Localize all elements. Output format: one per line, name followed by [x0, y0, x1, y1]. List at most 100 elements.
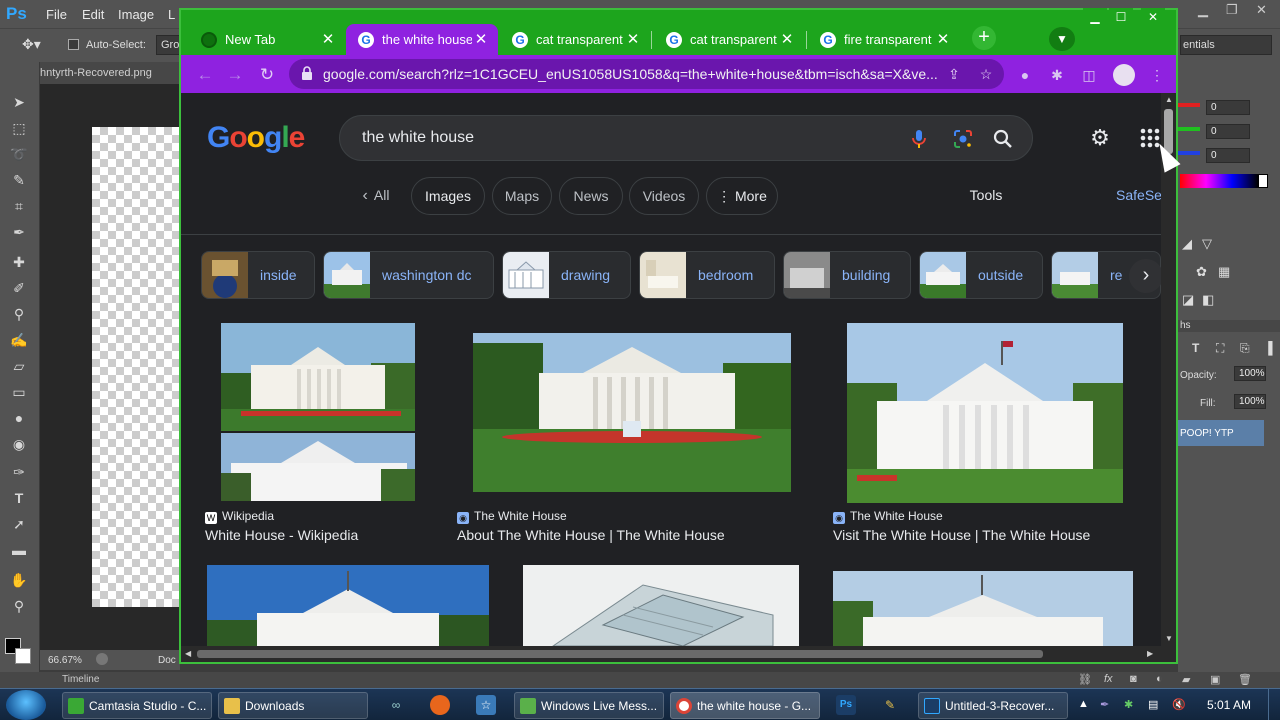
lasso-tool-icon[interactable]: ➰ — [9, 144, 29, 164]
back-arrow-icon[interactable]: ← — [195, 65, 215, 85]
tray-expand-icon[interactable]: ▲ — [1078, 698, 1089, 710]
link-icon[interactable]: ∞ — [386, 695, 406, 715]
shape-tool-icon[interactable]: ▬ — [9, 540, 29, 560]
related-next-button[interactable]: › — [1129, 259, 1161, 293]
layer-row[interactable]: POOP! YTP — [1178, 420, 1264, 446]
eyedropper-tool-icon[interactable]: ✒ — [9, 222, 29, 242]
green-value-field[interactable]: 0 — [1206, 124, 1250, 139]
blue-value-field[interactable]: 0 — [1206, 148, 1250, 163]
red-slider[interactable] — [1178, 103, 1200, 107]
filter-toggle-icon[interactable]: ▐ — [1264, 341, 1273, 355]
gradient-tool-icon[interactable]: ▭ — [9, 382, 29, 402]
side-panel-icon[interactable]: ◫ — [1079, 65, 1099, 85]
chrome-maximize-button[interactable]: ☐ — [1109, 8, 1133, 26]
image-result-2[interactable]: ◉ The White House About The White House |… — [453, 323, 813, 553]
related-chip-drawing[interactable]: drawing — [502, 251, 631, 299]
auto-select-checkbox[interactable] — [68, 39, 79, 50]
blur-tool-icon[interactable]: ● — [9, 408, 29, 428]
image-result-3[interactable]: ◉ The White House Visit The White House |… — [829, 323, 1149, 553]
voice-search-icon[interactable] — [908, 128, 930, 150]
paint-icon[interactable]: ✎ — [880, 695, 900, 715]
pen-tool-icon[interactable]: ✑ — [9, 462, 29, 482]
filter-videos[interactable]: Videos — [629, 177, 699, 215]
lock-icon[interactable] — [301, 66, 313, 80]
result-image[interactable] — [221, 323, 415, 501]
volume-muted-icon[interactable]: 🔇 — [1172, 698, 1186, 711]
extensions-puzzle-icon[interactable]: ✱ — [1047, 65, 1067, 85]
layer-mask-icon[interactable]: ◙ — [1130, 673, 1137, 685]
related-chip-inside[interactable]: inside — [201, 251, 315, 299]
image-result-4[interactable] — [207, 565, 489, 646]
vertical-scrollbar[interactable]: ▲ ▼ — [1161, 93, 1176, 646]
adjustment-lookup-icon[interactable]: ▦ — [1218, 264, 1230, 280]
ps-minimize-icon[interactable]: ▁ — [1198, 2, 1208, 18]
related-chip-building[interactable]: building — [783, 251, 911, 299]
adjustment-mixer-icon[interactable]: ✿ — [1196, 264, 1207, 280]
healing-brush-tool-icon[interactable]: ✚ — [9, 252, 29, 272]
close-tab-icon[interactable]: ✕ — [472, 30, 490, 48]
filter-more[interactable]: ⋮ More — [706, 177, 778, 215]
filter-smart-icon[interactable]: ⎘ — [1240, 341, 1250, 356]
path-select-tool-icon[interactable]: ➚ — [9, 514, 29, 534]
horizontal-scrollbar[interactable]: ◀ ▶ — [181, 646, 1176, 662]
ps-menu-layer[interactable]: L — [168, 7, 175, 22]
tab-search-button[interactable]: ▼ — [1049, 27, 1075, 51]
result-source[interactable]: ◉ The White House — [457, 509, 567, 524]
workspace-dropdown[interactable]: entials — [1180, 35, 1272, 55]
adjustment-invert-icon[interactable]: ◪ — [1182, 292, 1194, 308]
quick-select-tool-icon[interactable]: ✎ — [9, 170, 29, 190]
scroll-up-icon[interactable]: ▲ — [1165, 95, 1173, 104]
settings-gear-icon[interactable]: ⚙ — [1087, 125, 1113, 151]
result-source[interactable]: W Wikipedia — [205, 509, 274, 524]
scroll-right-icon[interactable]: ▶ — [1147, 649, 1153, 658]
filter-shape-icon[interactable]: ⛶ — [1216, 341, 1224, 356]
color-spectrum[interactable] — [1180, 174, 1258, 188]
bookmark-star-icon[interactable]: ☆ — [977, 65, 995, 83]
close-tab-icon[interactable]: ✕ — [778, 30, 796, 48]
taskbar-windows-live-messenger[interactable]: Windows Live Mess... — [514, 692, 664, 719]
marquee-tool-icon[interactable]: ⬚ — [9, 118, 29, 138]
tab-new-tab[interactable]: New Tab ✕ — [189, 24, 345, 56]
scroll-down-icon[interactable]: ▼ — [1165, 634, 1173, 643]
show-desktop-button[interactable] — [1268, 689, 1280, 720]
close-tab-icon[interactable]: ✕ — [624, 30, 642, 48]
red-value-field[interactable]: 0 — [1206, 100, 1250, 115]
adjustment-threshold-icon[interactable]: ◧ — [1202, 292, 1214, 308]
tab-cat-transparent-1[interactable]: G cat transparent p ✕ — [500, 24, 650, 56]
taskbar-downloads[interactable]: Downloads — [218, 692, 368, 719]
taskbar-chrome[interactable]: the white house - G... — [670, 692, 820, 719]
firefox-icon[interactable] — [430, 695, 450, 715]
search-input[interactable]: the white house — [362, 129, 474, 147]
eraser-tool-icon[interactable]: ▱ — [9, 356, 29, 376]
filter-maps[interactable]: Maps — [492, 177, 552, 215]
image-result-1[interactable]: W Wikipedia White House - Wikipedia — [201, 323, 441, 553]
layers-panel-tab[interactable]: hs — [1180, 320, 1191, 331]
filter-news[interactable]: News — [559, 177, 623, 215]
tab-the-white-house[interactable]: G the white house ✕ — [346, 24, 498, 56]
opacity-field[interactable]: 100% — [1234, 366, 1266, 381]
chrome-close-button[interactable]: ✕ — [1141, 8, 1165, 26]
system-clock[interactable]: 5:01 AM — [1207, 698, 1251, 712]
more-menu-icon[interactable]: ⋮ — [1147, 65, 1167, 85]
ps-close-icon[interactable]: ✕ — [1256, 2, 1267, 18]
brush-tool-icon[interactable]: ✐ — [9, 278, 29, 298]
taskbar-camtasia[interactable]: Camtasia Studio - C... — [62, 692, 212, 719]
zoom-tool-icon[interactable]: ⚲ — [9, 596, 29, 616]
tab-cat-transparent-2[interactable]: G cat transparent p ✕ — [654, 24, 804, 56]
filter-type-icon[interactable]: T — [1192, 341, 1199, 355]
background-color-swatch[interactable] — [15, 648, 31, 664]
taskbar-photoshop-document[interactable]: Untitled-3-Recover... — [918, 692, 1068, 719]
address-bar[interactable]: google.com/search?rlz=1C1GCEU_enUS1058US… — [289, 59, 1004, 89]
type-tool-icon[interactable]: T — [9, 488, 29, 508]
history-brush-tool-icon[interactable]: ✍ — [9, 330, 29, 350]
search-icon[interactable] — [992, 128, 1014, 150]
white-swatch[interactable] — [1258, 174, 1268, 188]
chrome-minimize-button[interactable]: ▁ — [1083, 8, 1107, 26]
blue-slider[interactable] — [1178, 151, 1200, 155]
result-image[interactable] — [473, 333, 791, 492]
forward-arrow-icon[interactable]: → — [225, 65, 245, 85]
horizontal-scroll-thumb[interactable] — [197, 650, 1043, 658]
url-text[interactable]: google.com/search?rlz=1C1GCEU_enUS1058US… — [323, 66, 943, 82]
green-slider[interactable] — [1178, 127, 1200, 131]
reload-icon[interactable]: ↻ — [257, 65, 277, 85]
